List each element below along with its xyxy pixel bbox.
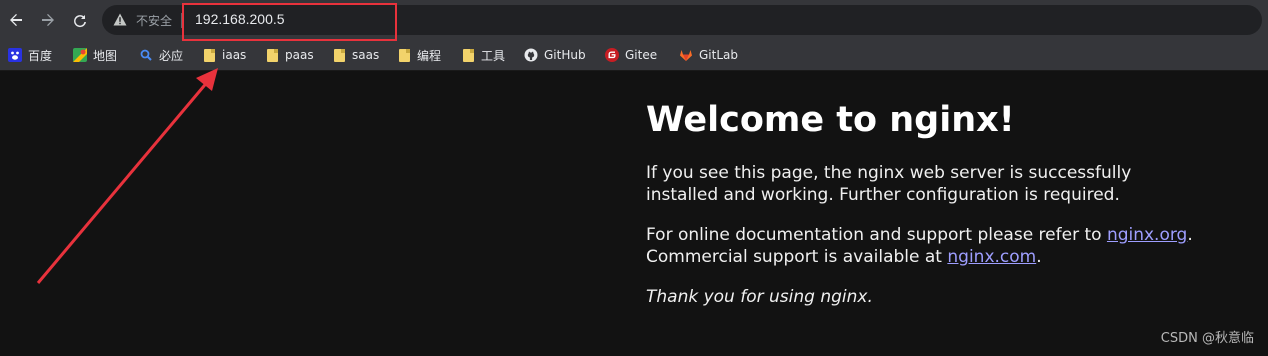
watermark: CSDN @秋意临	[1160, 331, 1254, 346]
annotation-arrow	[36, 68, 218, 284]
